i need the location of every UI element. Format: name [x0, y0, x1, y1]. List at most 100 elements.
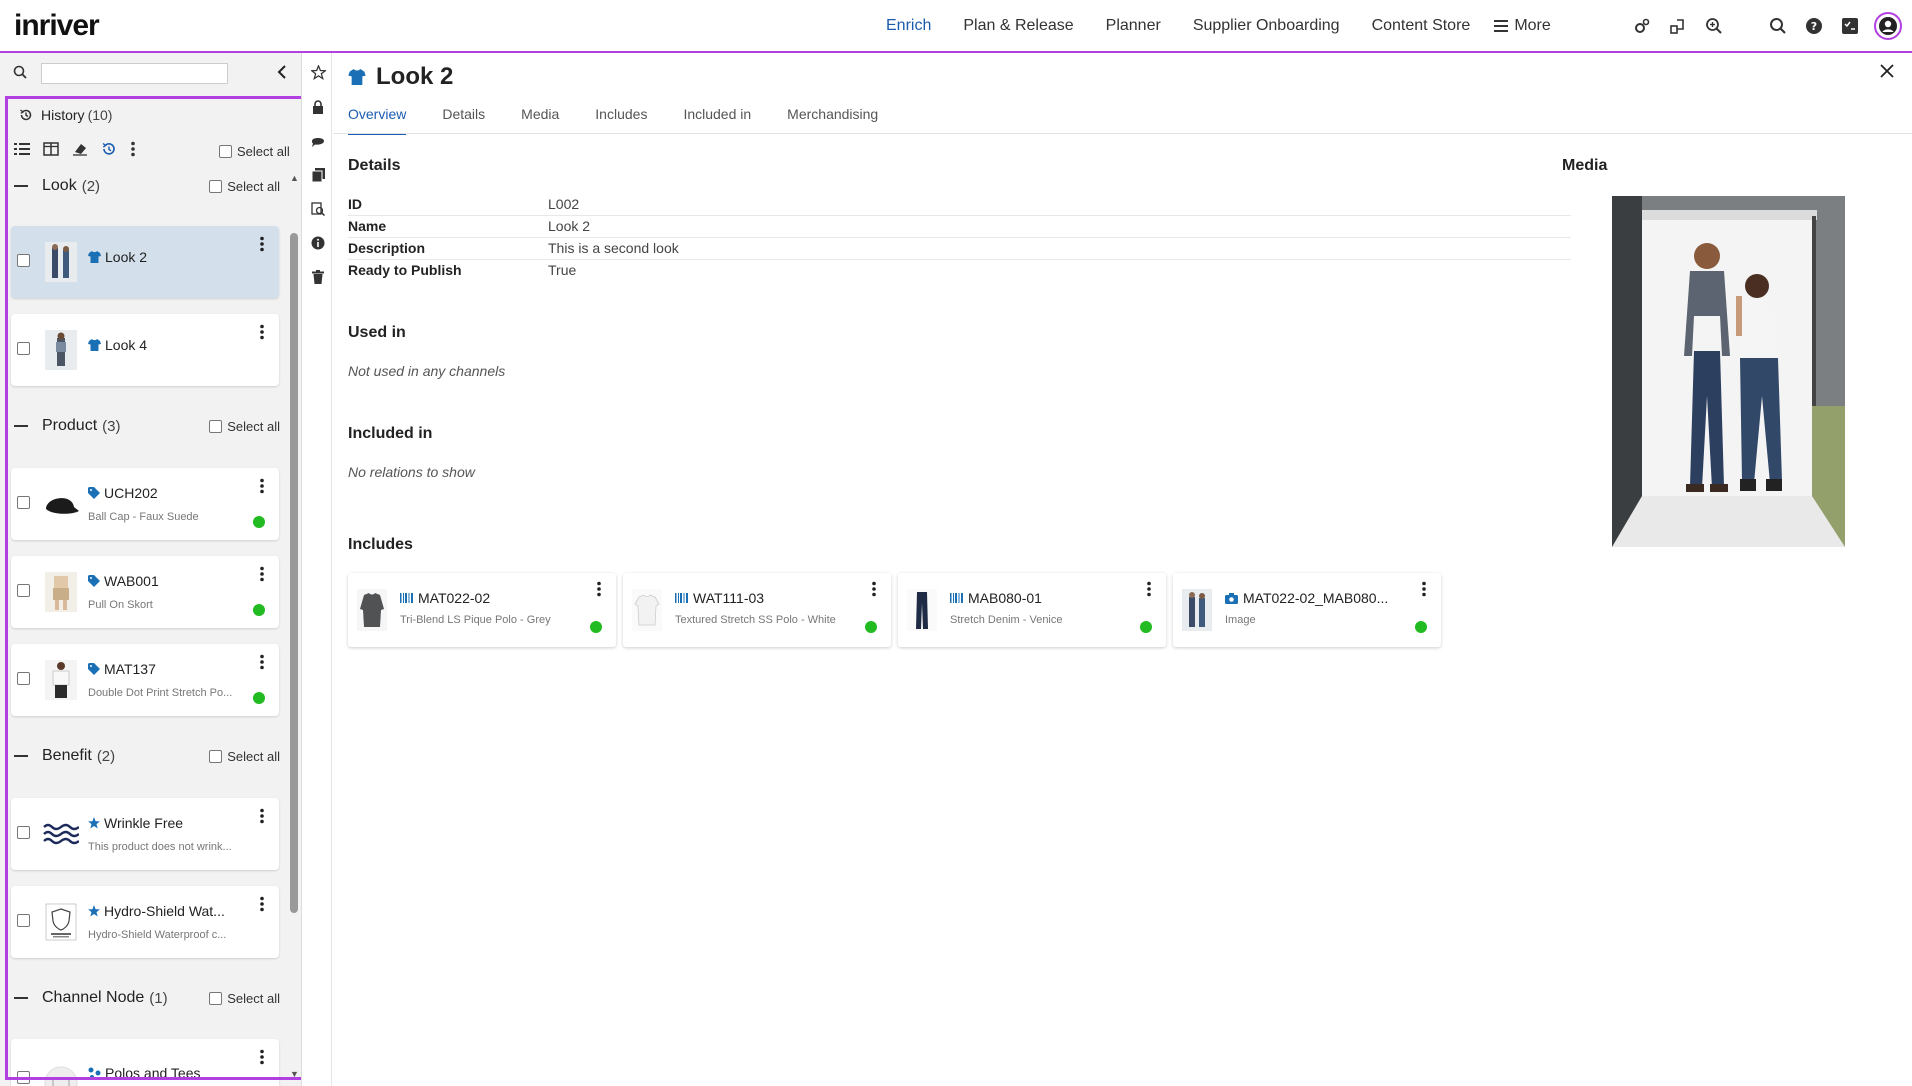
- copy-icon[interactable]: [310, 167, 326, 183]
- item-checkbox[interactable]: [17, 672, 30, 685]
- camera-icon: [1225, 592, 1238, 604]
- more-vertical-icon[interactable]: [259, 236, 265, 252]
- list-item-mat137[interactable]: MAT137 Double Dot Print Stretch Po...: [11, 644, 279, 716]
- item-checkbox[interactable]: [17, 254, 30, 267]
- more-vertical-icon[interactable]: [1146, 581, 1152, 597]
- tab-details[interactable]: Details: [442, 101, 485, 135]
- inspect-icon[interactable]: [310, 201, 326, 217]
- chevron-left-icon[interactable]: [276, 64, 288, 80]
- nav-plan-release[interactable]: Plan & Release: [947, 0, 1089, 51]
- item-checkbox[interactable]: [17, 342, 30, 355]
- nav-more[interactable]: More: [1486, 17, 1551, 35]
- collapse-dash-icon[interactable]: [14, 185, 28, 187]
- more-vertical-icon[interactable]: [259, 1049, 265, 1065]
- workflow-icon[interactable]: [1666, 14, 1690, 38]
- list-item-look-4[interactable]: Look 4: [11, 314, 279, 386]
- item-checkbox[interactable]: [17, 826, 30, 839]
- more-vertical-icon[interactable]: [259, 324, 265, 340]
- group-select-all[interactable]: Select all: [209, 749, 280, 764]
- item-checkbox[interactable]: [17, 584, 30, 597]
- group-select-checkbox[interactable]: [209, 749, 223, 763]
- app-logo[interactable]: inriver: [14, 9, 100, 43]
- group-name: Channel Node: [42, 989, 145, 1006]
- group-select-checkbox[interactable]: [209, 179, 223, 193]
- group-select-all[interactable]: Select all: [209, 179, 280, 194]
- item-checkbox[interactable]: [17, 496, 30, 509]
- trash-icon[interactable]: [310, 269, 326, 285]
- lock-icon[interactable]: [310, 99, 326, 115]
- item-thumbnail: [907, 589, 937, 631]
- more-vertical-icon[interactable]: [130, 141, 136, 157]
- close-icon[interactable]: [1879, 63, 1895, 79]
- nav-enrich[interactable]: Enrich: [870, 0, 947, 51]
- more-vertical-icon[interactable]: [871, 581, 877, 597]
- checklist-icon[interactable]: [1838, 14, 1862, 38]
- more-vertical-icon[interactable]: [259, 808, 265, 824]
- include-card-mat022-02[interactable]: MAT022-02 Tri-Blend LS Pique Polo - Grey: [348, 573, 616, 647]
- scroll-down-arrow[interactable]: ▼: [290, 1069, 299, 1079]
- more-vertical-icon[interactable]: [596, 581, 602, 597]
- list-item-hydro-shield[interactable]: Hydro-Shield Wat... Hydro-Shield Waterpr…: [11, 886, 279, 958]
- group-header-product[interactable]: Product (3) Select all: [14, 411, 280, 441]
- nav-planner[interactable]: Planner: [1090, 0, 1177, 51]
- search-icon: [13, 65, 27, 79]
- media-image[interactable]: [1612, 196, 1845, 547]
- user-avatar[interactable]: [1874, 12, 1902, 40]
- group-select-checkbox[interactable]: [209, 419, 223, 433]
- panel-search-input[interactable]: [41, 63, 228, 84]
- list-item-uch202[interactable]: UCH202 Ball Cap - Faux Suede: [11, 468, 279, 540]
- group-header-channel-node[interactable]: Channel Node (1) Select all: [14, 983, 280, 1013]
- item-checkbox[interactable]: [17, 1071, 30, 1084]
- status-dot: [253, 692, 265, 704]
- tab-includes[interactable]: Includes: [595, 101, 647, 135]
- tab-merchandising[interactable]: Merchandising: [787, 101, 878, 135]
- item-checkbox[interactable]: [17, 914, 30, 927]
- info-icon[interactable]: [310, 235, 326, 251]
- more-vertical-icon[interactable]: [259, 566, 265, 582]
- group-header-benefit[interactable]: Benefit (2) Select all: [14, 741, 280, 771]
- include-card-mab080-01[interactable]: MAB080-01 Stretch Denim - Venice: [898, 573, 1166, 647]
- detail-row-ready-to-publish: Ready to Publish True: [348, 260, 1571, 282]
- nav-content-store[interactable]: Content Store: [1356, 0, 1487, 51]
- list-item-wab001[interactable]: WAB001 Pull On Skort: [11, 556, 279, 628]
- search-icon[interactable]: [1766, 14, 1790, 38]
- settings-gears-icon[interactable]: [1630, 14, 1654, 38]
- group-count: (2): [96, 747, 116, 765]
- group-select-checkbox[interactable]: [209, 991, 223, 1005]
- more-vertical-icon[interactable]: [259, 654, 265, 670]
- star-outline-icon[interactable]: [310, 64, 326, 80]
- collapse-dash-icon[interactable]: [14, 997, 28, 999]
- zoom-search-icon[interactable]: [1702, 14, 1726, 38]
- item-subtitle: Pull On Skort: [88, 599, 153, 611]
- select-all-checkbox[interactable]: [219, 145, 232, 158]
- history-active-icon[interactable]: [101, 142, 117, 156]
- group-select-all[interactable]: Select all: [209, 991, 280, 1006]
- tab-included-in[interactable]: Included in: [683, 101, 751, 135]
- list-item-wrinkle-free[interactable]: Wrinkle Free This product does not wrink…: [11, 798, 279, 870]
- tab-overview[interactable]: Overview: [348, 101, 407, 135]
- help-icon[interactable]: ?: [1802, 14, 1826, 38]
- include-card-wat111-03[interactable]: WAT111-03 Textured Stretch SS Polo - Whi…: [623, 573, 891, 647]
- collapse-dash-icon[interactable]: [14, 425, 28, 427]
- detail-row-name: Name Look 2: [348, 216, 1571, 238]
- include-card-mat022-02-mab080[interactable]: MAT022-02_MAB080... Image: [1173, 573, 1441, 647]
- history-header: History (10): [19, 107, 112, 123]
- more-vertical-icon[interactable]: [259, 896, 265, 912]
- split-view-icon[interactable]: [43, 142, 59, 156]
- select-all-history[interactable]: Select all: [219, 144, 290, 159]
- group-header-look[interactable]: Look (2) Select all: [14, 171, 280, 201]
- more-vertical-icon[interactable]: [1421, 581, 1427, 597]
- nav-supplier-onboarding[interactable]: Supplier Onboarding: [1177, 0, 1356, 51]
- tab-media[interactable]: Media: [521, 101, 559, 135]
- scroll-up-arrow[interactable]: ▲: [290, 173, 299, 183]
- comment-icon[interactable]: [310, 133, 326, 149]
- group-select-all[interactable]: Select all: [209, 419, 280, 434]
- more-vertical-icon[interactable]: [259, 478, 265, 494]
- collapse-dash-icon[interactable]: [14, 755, 28, 757]
- list-view-icon[interactable]: [14, 142, 30, 156]
- used-in-heading: Used in: [348, 324, 406, 341]
- eraser-icon[interactable]: [72, 142, 88, 156]
- panel-scrollbar[interactable]: [290, 233, 298, 913]
- list-item-look-2[interactable]: Look 2: [11, 226, 279, 298]
- list-item-polos-and-tees[interactable]: Polos and Tees: [11, 1039, 279, 1086]
